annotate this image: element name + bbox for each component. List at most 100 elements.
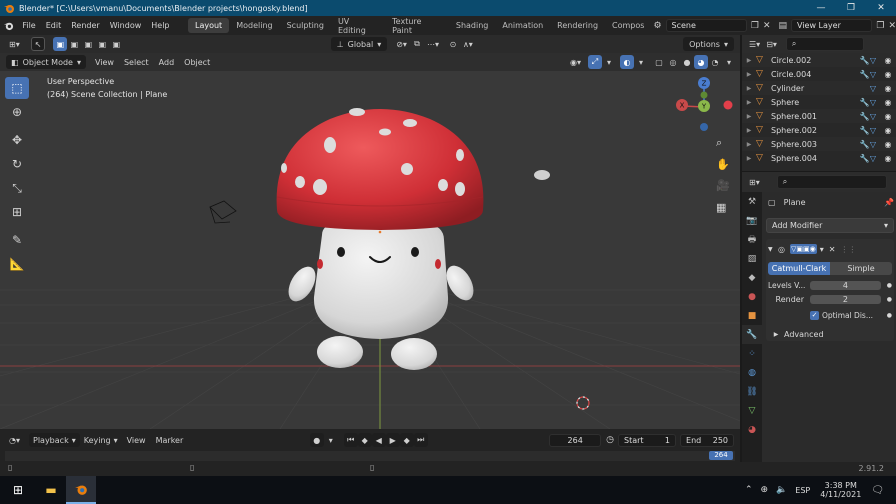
solid-shading-icon[interactable]: ● [680, 55, 694, 69]
tab-uv-editing[interactable]: UV Editing [331, 14, 385, 38]
add-modifier-dropdown[interactable]: Add Modifier ▾ [766, 218, 894, 233]
collapse-arrow-icon[interactable]: ▼ [768, 246, 778, 253]
visibility-icon[interactable]: ◉▾ [567, 55, 584, 69]
scene-tab-icon[interactable]: ◆ [742, 268, 762, 287]
scene-icon[interactable]: ⚙ [653, 21, 661, 31]
pin-icon[interactable]: 📌 [884, 198, 894, 207]
menu-window[interactable]: Window [105, 21, 147, 30]
remove-modifier-icon[interactable]: ✕ [829, 245, 836, 254]
keyframe-dot-icon[interactable]: ● [887, 312, 892, 319]
wireframe-shading-icon[interactable]: ◎ [666, 55, 680, 69]
menu-object[interactable]: Object [179, 58, 215, 67]
3d-cursor[interactable] [576, 396, 590, 410]
eye-icon[interactable]: ◉ [880, 126, 896, 135]
tab-layout[interactable]: Layout [188, 18, 230, 33]
move-tool-icon[interactable]: ✥ [5, 129, 29, 151]
gizmo-dropdown-icon[interactable]: ▾ [602, 55, 616, 69]
transform-orientation-dropdown[interactable]: ⊥ Global ▾ [330, 37, 388, 51]
simple-tab[interactable]: Simple [830, 262, 892, 275]
navigation-gizmo[interactable]: Z X Y [672, 75, 736, 139]
neg-x-handle[interactable] [723, 100, 733, 110]
camera-object[interactable] [209, 200, 237, 224]
outliner-row[interactable]: ▶ ▽ Sphere 🔧▽ ◉ [742, 95, 896, 109]
keyframe-dot-icon[interactable]: ● [887, 282, 892, 289]
rotate-tool-icon[interactable]: ↻ [5, 153, 29, 175]
modifier-icons[interactable]: 🔧▽ [860, 70, 876, 79]
advanced-subpanel[interactable]: Advanced [784, 330, 824, 339]
expand-arrow-icon[interactable]: ▶ [742, 57, 756, 64]
measure-tool-icon[interactable]: 📐 [5, 253, 29, 275]
drag-handle-icon[interactable]: ⋮⋮ [840, 245, 856, 254]
eye-icon[interactable]: ◉ [880, 140, 896, 149]
transform-tool-icon[interactable]: ⊞ [5, 201, 29, 223]
physics-tab-icon[interactable]: ◍ [742, 363, 762, 382]
outliner-row[interactable]: ▶ ▽ Circle.004 🔧▽ ◉ [742, 67, 896, 81]
select-tool-icon[interactable]: ↖ [30, 37, 46, 51]
neg-y-handle[interactable] [700, 91, 708, 99]
modifier-icons[interactable]: 🔧▽ [860, 112, 876, 121]
eye-icon[interactable]: ◉ [880, 70, 896, 79]
new-scene-icon[interactable]: ❐ [751, 21, 759, 31]
tab-texture-paint[interactable]: Texture Paint [385, 14, 449, 38]
outliner-row[interactable]: ▶ ▽ Circle.002 🔧▽ ◉ [742, 53, 896, 67]
object-tab-icon[interactable]: ■ [742, 306, 762, 325]
delete-scene-icon[interactable]: ✕ [763, 21, 771, 31]
annotate-tool-icon[interactable]: ✎ [5, 229, 29, 251]
expand-arrow-icon[interactable]: ▶ [742, 85, 756, 92]
file-explorer-icon[interactable]: ▬ [36, 483, 66, 497]
expand-arrow-icon[interactable]: ▶ [742, 71, 756, 78]
render-levels-field[interactable]: 2 [810, 295, 881, 304]
language-indicator[interactable]: ESP [795, 486, 810, 495]
select-new-icon[interactable]: ▣ [53, 37, 68, 51]
levels-viewport-field[interactable]: 4 [810, 281, 881, 290]
modifier-tab-icon[interactable]: 🔧 [742, 325, 762, 344]
pivot-point-icon[interactable]: ⊘▾ [393, 37, 410, 51]
tab-shading[interactable]: Shading [449, 18, 496, 33]
editor-type-icon[interactable]: ⊞▾ [6, 37, 23, 51]
snap-icon[interactable]: ⧉ [410, 37, 424, 51]
playback-dropdown[interactable]: Playback ▾ [29, 433, 80, 447]
close-window-button[interactable]: ✕ [866, 0, 896, 16]
play-reverse-icon[interactable]: ◀ [371, 433, 386, 447]
menu-file[interactable]: File [17, 21, 40, 30]
playhead[interactable]: 264 [709, 451, 733, 460]
3d-viewport[interactable]: ⊞▾ ↖ ▣ ▣ ▣ ▣ ▣ ⊥ Global ▾ ⊘▾ ⧉ ⋯▾ ⊙ ∧▾ O… [0, 35, 740, 429]
expand-arrow-icon[interactable]: ▶ [742, 141, 756, 148]
view-layer-icon[interactable]: ▤ [779, 21, 788, 31]
network-icon[interactable]: ⊕ [761, 485, 769, 495]
new-view-layer-icon[interactable]: ❐ [876, 21, 884, 31]
shading-dropdown-icon[interactable]: ▾ [722, 55, 736, 69]
menu-edit[interactable]: Edit [41, 21, 67, 30]
maximize-button[interactable]: ❐ [836, 0, 866, 16]
timeline-menu-view[interactable]: View [122, 436, 151, 445]
cursor-tool-icon[interactable]: ⊕ [5, 101, 29, 123]
eye-icon[interactable]: ◉ [880, 84, 896, 93]
tab-animation[interactable]: Animation [495, 18, 550, 33]
tab-rendering[interactable]: Rendering [550, 18, 605, 33]
outliner-row[interactable]: ▶ ▽ Sphere.001 🔧▽ ◉ [742, 109, 896, 123]
timeline-ruler[interactable]: 264 [5, 451, 735, 461]
small-sphere[interactable] [534, 170, 550, 180]
menu-view[interactable]: View [90, 58, 119, 67]
edit-cage-icon[interactable]: ▽▣▣◉ [789, 244, 817, 254]
expand-arrow-icon[interactable]: ▶ [742, 127, 756, 134]
expand-arrow-icon[interactable]: ▶ [768, 331, 784, 338]
keyframe-type-icon[interactable]: ▾ [324, 433, 338, 447]
modifier-icons[interactable]: 🔧▽ [860, 140, 876, 149]
camera-view-icon[interactable]: 🎥 [716, 179, 730, 192]
clock-icon[interactable]: ◷ [606, 435, 614, 445]
menu-render[interactable]: Render [66, 21, 104, 30]
menu-select[interactable]: Select [119, 58, 154, 67]
outliner-row[interactable]: ▶ ▽ Sphere.004 🔧▽ ◉ [742, 151, 896, 165]
pan-icon[interactable]: ✋ [716, 158, 730, 171]
select-subtract-icon[interactable]: ▣ [81, 37, 95, 51]
modifier-icons[interactable]: 🔧▽ [860, 154, 876, 163]
tab-compositing[interactable]: Compos [605, 18, 651, 33]
play-icon[interactable]: ▶ [385, 433, 400, 447]
scale-tool-icon[interactable]: ⤡ [5, 177, 29, 199]
rendered-shading-icon[interactable]: ◔ [708, 55, 722, 69]
keyframe-dot-icon[interactable]: ● [887, 296, 892, 303]
mode-dropdown[interactable]: ◧ Object Mode ▾ [6, 55, 86, 69]
expand-arrow-icon[interactable]: ▶ [742, 113, 756, 120]
options-dropdown[interactable]: Options ▾ [683, 37, 734, 51]
